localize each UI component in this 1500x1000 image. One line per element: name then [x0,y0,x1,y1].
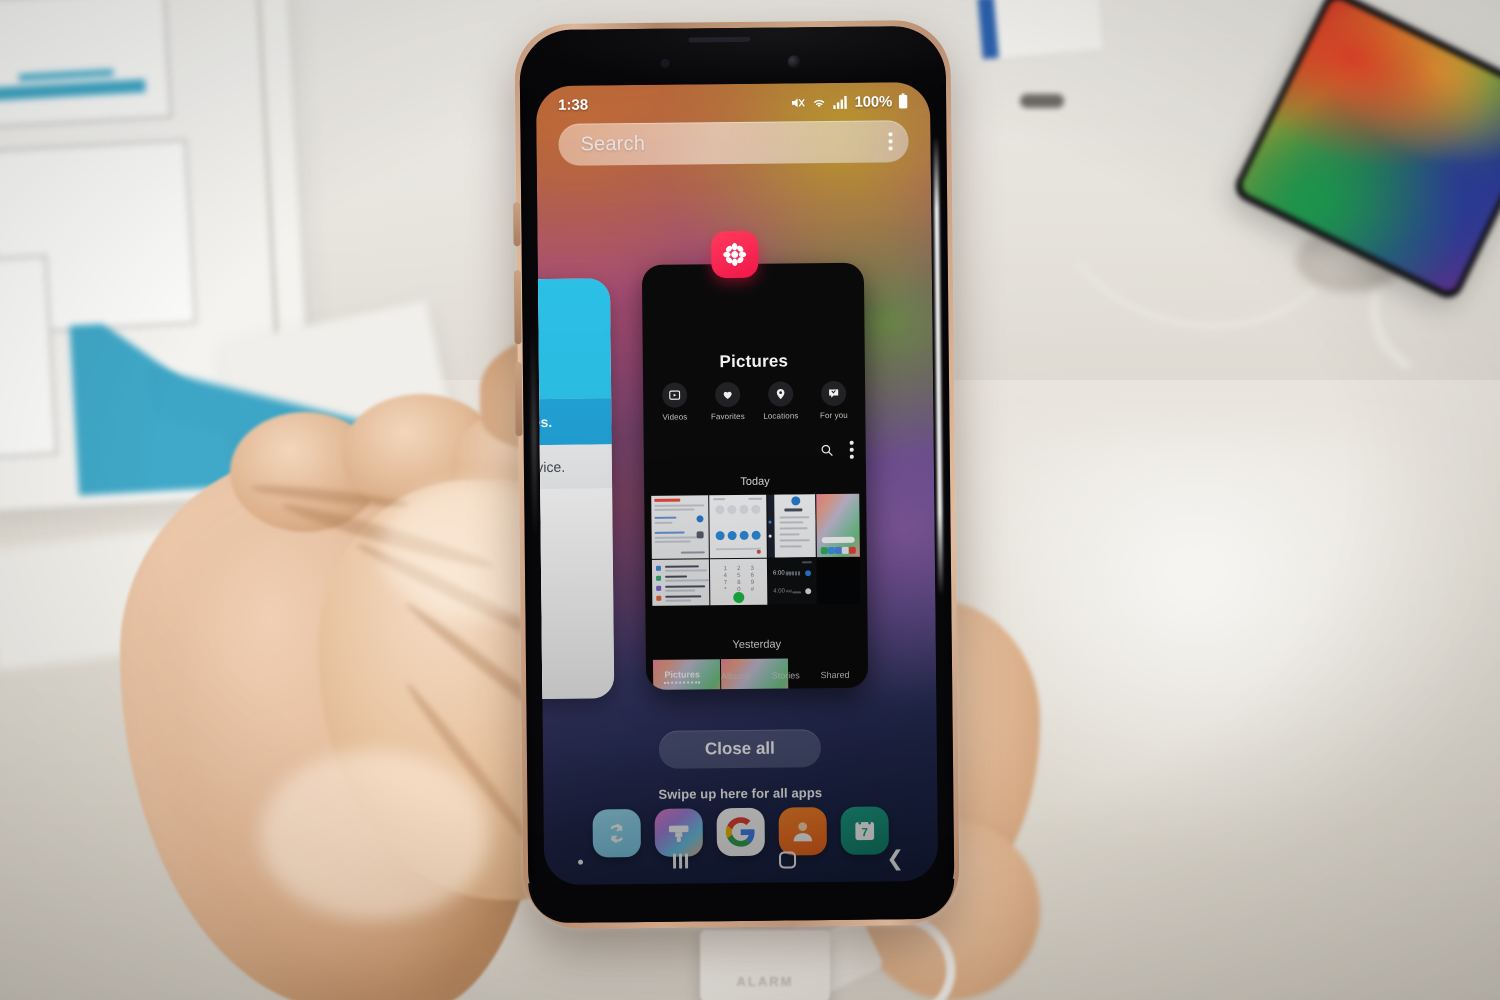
tab-stories[interactable]: Stories [772,670,800,680]
screen-edge-highlight-left [531,330,537,541]
thumbnail-settings[interactable] [651,495,710,559]
status-time: 1:38 [558,96,589,114]
thumbnail-settings-detail[interactable] [767,494,816,558]
shortcut-videos-label: Videos [662,412,688,422]
phone-device: 1:38 100% Search esses. device. Pictures… [513,19,960,930]
skin-highlight-2 [260,750,490,920]
phone-screen: 1:38 100% Search esses. device. Pictures… [535,81,939,886]
gallery-grid-today: 123 456 789 * 0 # 6:00 4:00 AM [651,493,861,606]
app-shortcuts-row: Videos Favorites Locations For you [643,380,865,422]
mute-icon [792,97,805,107]
thumbnail-empty [816,557,861,605]
shortcut-for-you-label: For you [819,410,848,421]
card-left-body [535,488,615,700]
front-camera-icon [787,55,802,69]
screen-edge-highlight-right [933,135,944,596]
battery-percent: 100% [854,92,893,111]
thumbnail-search-pill [821,536,855,544]
heart-icon [715,381,741,408]
shortcut-locations-label: Locations [763,411,799,421]
tab-albums[interactable]: Albums [721,671,751,681]
thumbnail-quick-settings[interactable] [709,494,767,559]
photo-scene: ALARM 1:38 100% Search esses. device. Pi… [0,0,1500,1000]
card-left-sub-text: s device. [535,458,566,476]
call-button-icon[interactable] [732,591,745,604]
earpiece-icon [688,36,751,43]
back-chevron-icon[interactable]: ❮ [886,847,904,870]
thumb-col-3: 6:00 AM 4:00 AM [767,494,817,605]
app-card-title: Pictures [719,351,789,372]
map-pin-icon [768,381,794,407]
status-icons: 100% [790,93,908,111]
background-card-top [977,0,1103,60]
phone-glass: 1:38 100% Search esses. device. Pictures… [519,25,955,924]
battery-icon [898,93,908,109]
thumb-col-4 [816,493,861,605]
section-label-today: Today [740,475,770,488]
counter-highlight [980,430,1500,860]
dot-icon [578,859,584,865]
recents-bars-icon[interactable] [673,853,689,869]
proximity-sensor-icon [660,58,670,68]
card-left-hero [535,278,612,400]
volume-up-button[interactable] [513,270,522,345]
app-card-toolbar [820,440,854,459]
for-you-icon [821,380,847,407]
top-bezel [519,25,946,89]
shortcut-videos[interactable]: Videos [654,382,696,422]
close-all-button[interactable]: Close all [658,729,822,769]
status-bar: 1:38 100% [536,88,930,118]
search-icon[interactable] [820,443,834,457]
home-square-icon[interactable] [778,850,797,869]
shortcut-favorites-label: Favorites [710,411,745,422]
thumbnail-settings-list[interactable] [651,559,710,606]
signal-icon [833,95,848,109]
tab-shared[interactable]: Shared [821,670,850,680]
card-left-subtext-row: s device. [535,444,613,490]
volume-down-button[interactable] [514,362,523,437]
recents-card-pictures[interactable]: Pictures Videos Favorites Locations For … [641,262,869,690]
video-play-icon [662,382,688,408]
thumb-col-1 [651,495,710,606]
gallery-bottom-tabs: Pictures Albums Stories Shared [646,668,868,684]
gallery-flower-icon [710,230,759,279]
search-placeholder: Search [580,132,646,156]
navigation-bar: ❮ [544,835,938,885]
bottom-bezel [528,878,955,924]
search-menu-icon[interactable] [888,132,893,151]
thumbnail-alarms[interactable]: 6:00 AM 4:00 AM [767,558,817,605]
shortcut-for-you[interactable]: For you [813,380,855,421]
thumbnail-home-screen[interactable] [816,493,860,558]
recents-card-previous[interactable]: esses. s device. [535,278,615,700]
tab-pictures[interactable]: Pictures [664,669,701,684]
security-dongle-label: ALARM [736,974,794,989]
card-left-band: esses. [535,398,612,446]
background-clip [1020,94,1064,108]
app-card-kebab-menu-icon[interactable] [849,440,854,459]
card-left-band-text: esses. [535,413,553,431]
wifi-icon [814,99,825,107]
thumbnail-dock-row [820,546,856,555]
search-input[interactable]: Search [558,120,909,166]
swipe-up-hint: Swipe up here for all apps [658,785,823,802]
thumb-col-2: 123 456 789 * 0 # [709,494,768,606]
poster-box-1 [0,0,173,129]
shortcut-favorites[interactable]: Favorites [707,381,749,422]
shortcut-locations[interactable]: Locations [760,381,802,421]
security-dongle: ALARM [700,930,830,1000]
bixby-button[interactable] [513,202,521,247]
section-label-yesterday: Yesterday [732,638,782,652]
thumbnail-dialer[interactable]: 123 456 789 * 0 # [710,558,768,606]
